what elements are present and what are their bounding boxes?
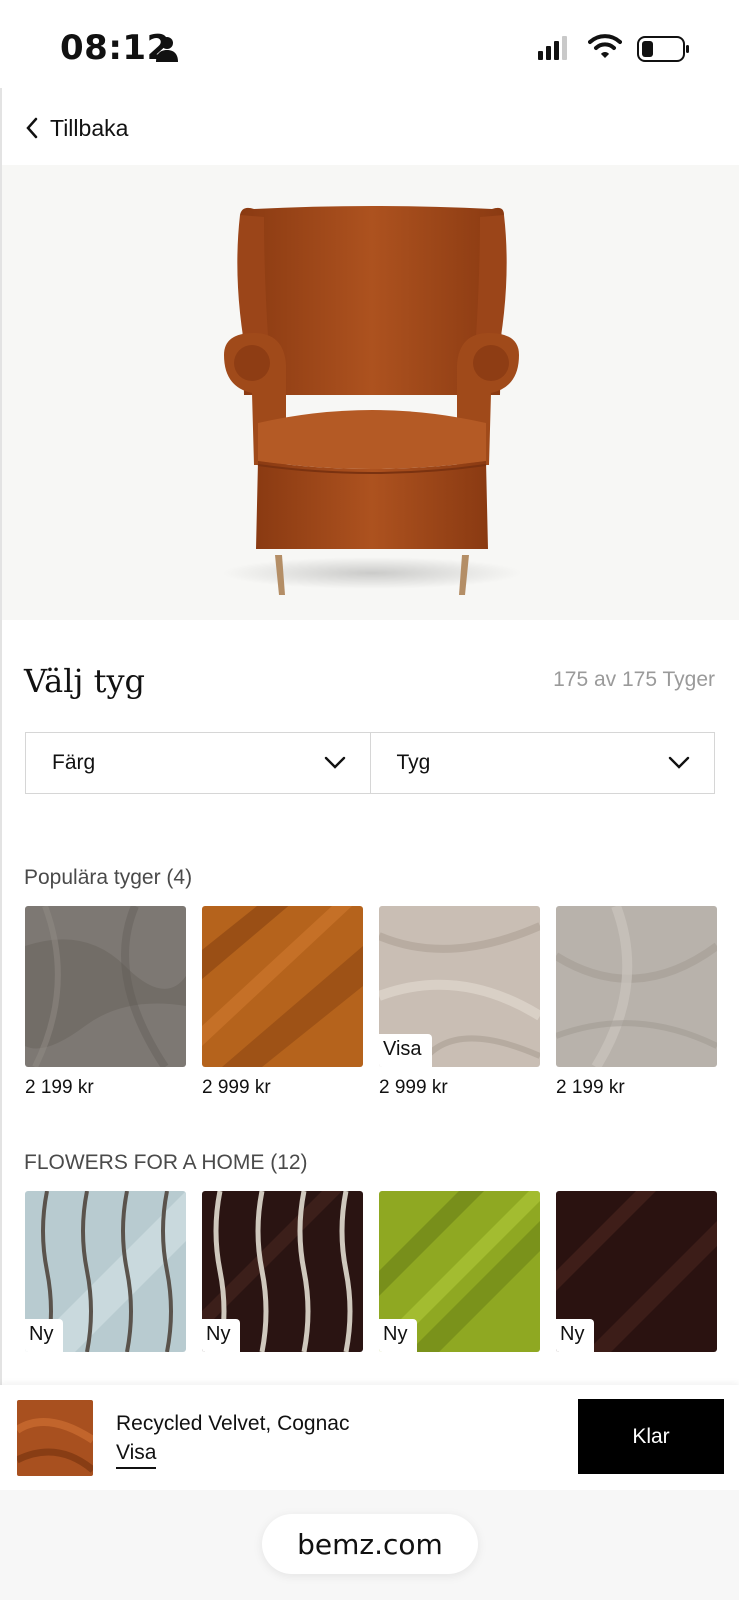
address-bar[interactable]: bemz.com [262,1514,478,1574]
swatch-row-flowers: Ny Ny Ny Ny [25,1191,717,1362]
fabric-swatch-image: Ny [202,1191,363,1352]
chevron-down-icon [324,756,345,769]
fabric-swatch[interactable]: Visa 2 999 kr [379,906,540,1099]
fabric-swatch[interactable]: 2 199 kr [25,906,186,1099]
fabric-swatch-image [556,906,717,1067]
fabric-swatch[interactable]: Ny [379,1191,540,1362]
battery-icon [637,36,689,62]
selection-bar: Recycled Velvet, Cognac Visa Klar [0,1385,739,1490]
new-tag: Ny [556,1319,595,1352]
new-tag: Ny [379,1319,418,1352]
fabric-filter-label: Tyg [396,751,431,774]
cellular-signal-icon [538,36,567,60]
group-title-popular: Populära tyger (4) [24,866,193,889]
new-tag: Ny [202,1319,241,1352]
armchair-image [222,206,522,595]
fabric-swatch-image [25,906,186,1067]
fabric-count: 175 av 175 Tyger [553,668,715,691]
done-button[interactable]: Klar [578,1399,724,1474]
color-filter-label: Färg [52,751,96,774]
fabric-swatch[interactable]: Ny [25,1191,186,1362]
fabric-swatch-image: Ny [379,1191,540,1352]
page-title: Välj tyg [24,662,145,700]
status-bar: 08:12 [0,0,739,88]
person-icon [156,37,178,62]
swatch-row-popular: 2 199 kr 2 999 kr Visa 2 999 kr 2 199 kr [25,906,717,1099]
show-tag: Visa [379,1034,432,1067]
selected-fabric-name: Recycled Velvet, Cognac [116,1412,350,1435]
color-filter-dropdown[interactable]: Färg [26,733,370,793]
back-label: Tillbaka [50,114,129,141]
fabric-price: 2 199 kr [25,1077,94,1098]
wifi-icon [588,34,622,58]
fabric-price: 2 999 kr [202,1077,271,1098]
fabric-swatch[interactable]: 2 199 kr [556,906,717,1099]
fabric-filter-dropdown[interactable]: Tyg [369,733,715,793]
filter-bar: Färg Tyg [25,732,715,794]
fabric-swatch-image: Ny [25,1191,186,1352]
fabric-price: 2 199 kr [556,1077,625,1098]
selected-fabric-thumbnail [17,1400,93,1476]
fabric-price: 2 999 kr [379,1077,448,1098]
fabric-swatch[interactable]: 2 999 kr [202,906,363,1099]
chevron-down-icon [668,756,690,769]
product-image [2,165,739,620]
fabric-swatch-image: Ny [556,1191,717,1352]
group-title-flowers: FLOWERS FOR A HOME (12) [24,1151,308,1174]
back-link[interactable]: Tillbaka [24,112,128,144]
fabric-swatch[interactable]: Ny [556,1191,717,1362]
fabric-swatch[interactable]: Ny [202,1191,363,1362]
chevron-left-icon [26,117,38,139]
view-fabric-link[interactable]: Visa [116,1441,157,1469]
fabric-swatch-image: Visa [379,906,540,1067]
fabric-swatch-image [202,906,363,1067]
new-tag: Ny [25,1319,64,1352]
